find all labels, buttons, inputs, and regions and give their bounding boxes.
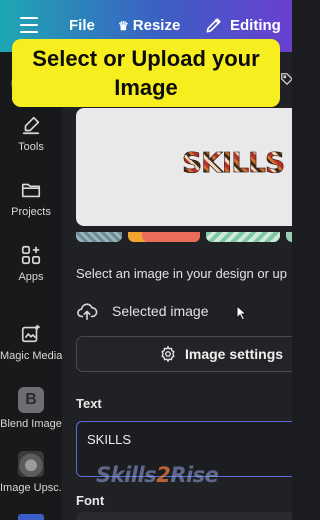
sidebar-item-label: Blend Image (0, 418, 62, 430)
preview-skills-text: SKILLS (182, 146, 286, 180)
sidebar-item-projects[interactable]: Projects (0, 179, 62, 218)
image-settings-label: Image settings (185, 346, 284, 362)
apps-grid-icon (21, 245, 41, 265)
tutorial-caption: Select or Upload your Image (12, 39, 280, 107)
pen-tool-icon (22, 116, 40, 135)
sidebar-item-label: Projects (11, 206, 51, 218)
gear-icon (161, 345, 175, 363)
watermark-part: Rise (170, 463, 219, 487)
sidebar-item-magic-media[interactable]: Magic Media (0, 323, 62, 362)
resize-button[interactable]: ♛ Resize (118, 17, 180, 34)
editing-mode-button[interactable]: Editing (204, 15, 281, 35)
selected-image-option[interactable]: Selected image (76, 301, 209, 321)
font-section-label: Font (76, 493, 105, 508)
hamburger-icon[interactable] (20, 17, 38, 33)
blend-image-icon: B (18, 387, 44, 413)
sidebar-item-blend-image[interactable]: B Blend Image (0, 387, 62, 430)
sidebar-item-apps[interactable]: Apps (0, 244, 62, 283)
mouse-cursor-icon (236, 305, 248, 321)
folder-icon (21, 183, 41, 198)
thumbnail-option[interactable] (142, 232, 200, 242)
sidebar-item-label: Image Upsc... (0, 482, 68, 494)
file-menu[interactable]: File (69, 17, 95, 34)
cloud-upload-icon (77, 303, 98, 320)
font-select[interactable] (76, 512, 292, 520)
thumbnail-option[interactable] (76, 232, 122, 242)
editing-label: Editing (230, 16, 281, 34)
app-panel: Ty SKILLS Select an image in your design… (62, 52, 292, 520)
caption-line-1: Select or Upload your (32, 46, 260, 71)
pencil-icon (206, 18, 221, 33)
thumbnail-option[interactable] (286, 232, 292, 242)
image-settings-button[interactable]: Image settings (76, 336, 292, 372)
sidebar-item-tools[interactable]: Tools (0, 114, 62, 153)
text-section-label: Text (76, 396, 102, 411)
select-image-prompt: Select an image in your design or up (76, 266, 288, 281)
image-upscaler-icon (18, 451, 44, 477)
resize-label: Resize (132, 17, 181, 34)
watermark-logo: Skills2Rise (96, 463, 219, 487)
sidebar-item-image-upscaler[interactable]: Image Upsc... (0, 451, 68, 494)
sidebar-item-label: Apps (18, 271, 44, 283)
thumbnail-option[interactable] (206, 232, 280, 242)
watermark-part: Skills (96, 463, 157, 487)
caption-line-2: Image (114, 75, 178, 100)
sidebar-item-partial[interactable] (18, 514, 44, 520)
crown-icon: ♛ (118, 18, 129, 33)
sidebar-item-label: Magic Media (0, 350, 63, 362)
sidebar: Uploads Tools Projects Apps Magic Media … (0, 52, 68, 520)
sidebar-item-label: Tools (18, 141, 44, 153)
image-preview[interactable]: SKILLS (76, 108, 292, 226)
selected-image-label: Selected image (112, 303, 209, 319)
magic-media-icon (21, 324, 40, 343)
watermark-part: 2 (156, 463, 171, 487)
tag-icon[interactable] (280, 72, 292, 86)
